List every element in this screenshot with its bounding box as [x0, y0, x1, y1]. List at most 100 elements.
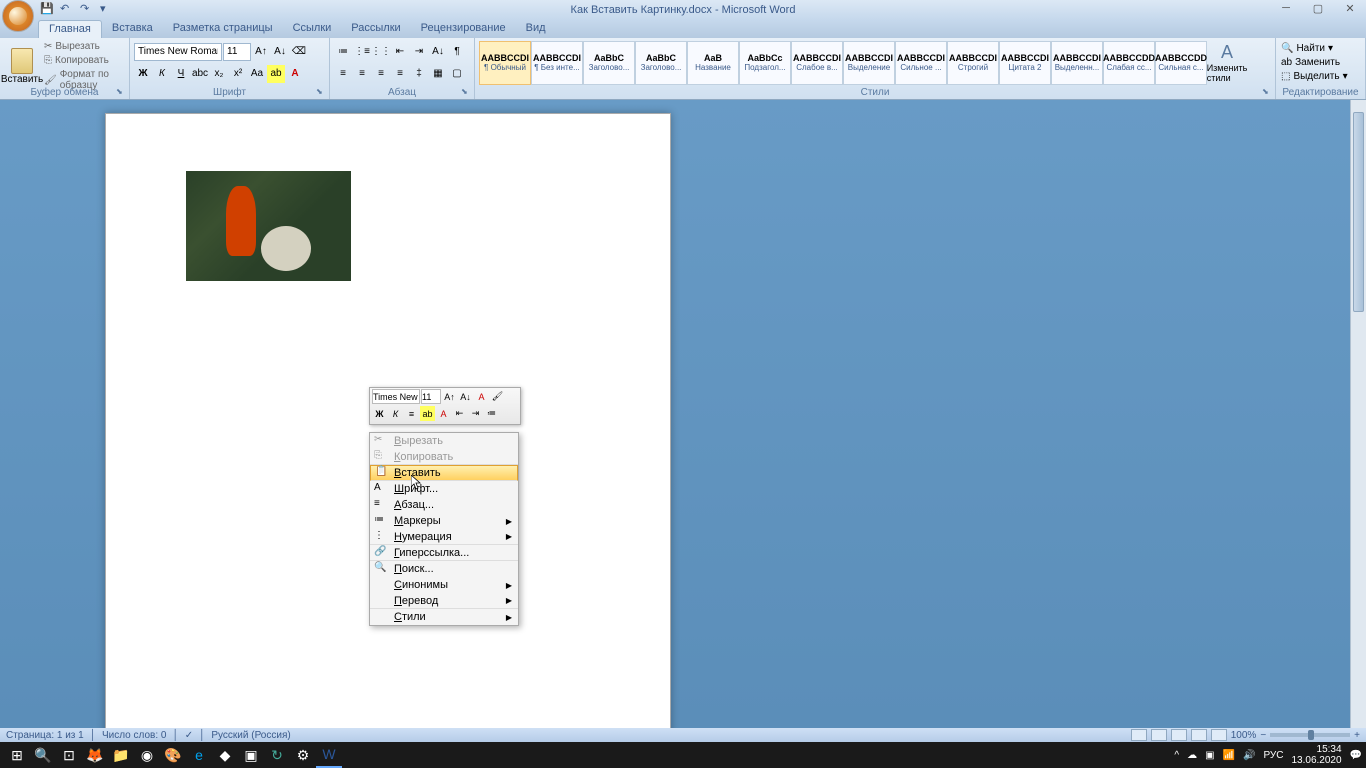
- style-item[interactable]: AaBНазвание: [687, 41, 739, 85]
- minimize-button[interactable]: ─: [1274, 2, 1298, 16]
- mini-bold-button[interactable]: Ж: [372, 406, 387, 421]
- replace-button[interactable]: abЗаменить: [1280, 56, 1349, 69]
- paragraph-launcher[interactable]: ⬊: [461, 87, 471, 97]
- inserted-image[interactable]: [186, 171, 351, 281]
- style-item[interactable]: AABBCCDI¶ Обычный: [479, 41, 531, 85]
- align-center-button[interactable]: ≡: [353, 65, 371, 83]
- context-menu-item[interactable]: Синонимы▶: [370, 577, 518, 593]
- edge-icon[interactable]: e: [186, 742, 212, 768]
- redo-icon[interactable]: ↷: [80, 2, 96, 18]
- change-styles-button[interactable]: A Изменить стили: [1209, 40, 1245, 85]
- grow-font-icon[interactable]: A↑: [252, 43, 270, 61]
- outline-view[interactable]: [1191, 729, 1207, 741]
- tab-references[interactable]: Ссылки: [283, 20, 342, 38]
- style-item[interactable]: AaBbCЗаголово...: [583, 41, 635, 85]
- tray-network-icon[interactable]: 📶: [1223, 750, 1235, 761]
- save-icon[interactable]: 💾: [40, 2, 56, 18]
- status-spell-icon[interactable]: ✓: [185, 730, 193, 741]
- context-menu-item[interactable]: ≔Маркеры▶: [370, 513, 518, 529]
- sort-button[interactable]: A↓: [429, 43, 447, 61]
- style-item[interactable]: AABBCCDI¶ Без инте...: [531, 41, 583, 85]
- context-menu-item[interactable]: ≡Абзац...: [370, 497, 518, 513]
- draft-view[interactable]: [1211, 729, 1227, 741]
- mini-highlight-button[interactable]: ab: [420, 406, 435, 421]
- context-menu-item[interactable]: 🔍Поиск...: [370, 561, 518, 577]
- bold-button[interactable]: Ж: [134, 65, 152, 83]
- style-item[interactable]: AABBCCDIВыделенн...: [1051, 41, 1103, 85]
- tab-view[interactable]: Вид: [516, 20, 556, 38]
- borders-button[interactable]: ▢: [448, 65, 466, 83]
- context-menu-item[interactable]: ⋮Нумерация▶: [370, 529, 518, 545]
- superscript-button[interactable]: x²: [229, 65, 247, 83]
- task-view-icon[interactable]: ⊡: [56, 742, 82, 768]
- tray-onedrive-icon[interactable]: ☁: [1187, 750, 1197, 761]
- cut-button[interactable]: ✂Вырезать: [42, 40, 125, 53]
- underline-button[interactable]: Ч: [172, 65, 190, 83]
- settings-icon[interactable]: ⚙: [290, 742, 316, 768]
- mini-outdent-button[interactable]: ⇤: [452, 406, 467, 421]
- web-layout-view[interactable]: [1171, 729, 1187, 741]
- highlight-button[interactable]: ab: [267, 65, 285, 83]
- justify-button[interactable]: ≡: [391, 65, 409, 83]
- style-item[interactable]: AABBCCDDСильная с...: [1155, 41, 1207, 85]
- status-words[interactable]: Число слов: 0: [102, 730, 166, 741]
- tab-review[interactable]: Рецензирование: [411, 20, 516, 38]
- styles-gallery[interactable]: AABBCCDI¶ ОбычныйAABBCCDI¶ Без инте...Aa…: [479, 41, 1207, 85]
- clipboard-launcher[interactable]: ⬊: [116, 87, 126, 97]
- find-button[interactable]: 🔍Найти▾: [1280, 42, 1349, 55]
- zoom-in-button[interactable]: +: [1354, 730, 1360, 741]
- zoom-slider-thumb[interactable]: [1308, 730, 1314, 740]
- tray-volume-icon[interactable]: 🔊: [1243, 750, 1255, 761]
- chrome-icon[interactable]: ◉: [134, 742, 160, 768]
- mini-size-select[interactable]: [421, 389, 441, 404]
- zoom-slider[interactable]: [1270, 733, 1350, 737]
- tab-mailings[interactable]: Рассылки: [341, 20, 410, 38]
- multilevel-button[interactable]: ⋮⋮: [372, 43, 390, 61]
- tray-app-icon[interactable]: ▣: [1205, 750, 1214, 761]
- tab-layout[interactable]: Разметка страницы: [163, 20, 283, 38]
- app-icon-2[interactable]: ↻: [264, 742, 290, 768]
- full-screen-view[interactable]: [1151, 729, 1167, 741]
- outdent-button[interactable]: ⇤: [391, 43, 409, 61]
- mini-styles-icon[interactable]: A: [474, 389, 489, 404]
- context-menu-item[interactable]: AШрифт...: [370, 481, 518, 497]
- change-case-button[interactable]: Aa: [248, 65, 266, 83]
- firefox-icon[interactable]: 🦊: [82, 742, 108, 768]
- tab-home[interactable]: Главная: [38, 20, 102, 38]
- print-layout-view[interactable]: [1131, 729, 1147, 741]
- style-item[interactable]: AaBbCcПодзагол...: [739, 41, 791, 85]
- show-marks-button[interactable]: ¶: [448, 43, 466, 61]
- status-language[interactable]: Русский (Россия): [211, 730, 290, 741]
- zoom-out-button[interactable]: −: [1260, 730, 1266, 741]
- mini-italic-button[interactable]: К: [388, 406, 403, 421]
- tray-lang-icon[interactable]: РУС: [1263, 750, 1283, 761]
- font-launcher[interactable]: ⬊: [316, 87, 326, 97]
- font-size-select[interactable]: [223, 43, 251, 61]
- shading-button[interactable]: ▦: [429, 65, 447, 83]
- vertical-scrollbar[interactable]: [1350, 100, 1366, 728]
- mini-bullets-button[interactable]: ≔: [484, 406, 499, 421]
- office-button[interactable]: [2, 0, 34, 32]
- avast-icon[interactable]: ◆: [212, 742, 238, 768]
- clear-format-icon[interactable]: ⌫: [290, 43, 308, 61]
- zoom-level[interactable]: 100%: [1231, 730, 1257, 741]
- mini-center-button[interactable]: ≡: [404, 406, 419, 421]
- scrollbar-thumb[interactable]: [1353, 112, 1364, 312]
- mini-grow-icon[interactable]: A↑: [442, 389, 457, 404]
- align-right-button[interactable]: ≡: [372, 65, 390, 83]
- line-spacing-button[interactable]: ‡: [410, 65, 428, 83]
- style-item[interactable]: AABBCCDIЦитата 2: [999, 41, 1051, 85]
- tab-insert[interactable]: Вставка: [102, 20, 163, 38]
- context-menu-item[interactable]: 🔗Гиперссылка...: [370, 545, 518, 561]
- styles-launcher[interactable]: ⬊: [1262, 87, 1272, 97]
- paste-button[interactable]: Вставить: [4, 44, 40, 88]
- tray-chevron-icon[interactable]: ^: [1174, 750, 1179, 761]
- style-item[interactable]: AABBCCDIСлабое в...: [791, 41, 843, 85]
- explorer-icon[interactable]: 📁: [108, 742, 134, 768]
- mini-shrink-icon[interactable]: A↓: [458, 389, 473, 404]
- strike-button[interactable]: abc: [191, 65, 209, 83]
- mini-painter-icon[interactable]: 🖌: [490, 389, 505, 404]
- italic-button[interactable]: К: [153, 65, 171, 83]
- undo-icon[interactable]: ↶: [60, 2, 76, 18]
- notifications-icon[interactable]: 💬: [1350, 750, 1362, 761]
